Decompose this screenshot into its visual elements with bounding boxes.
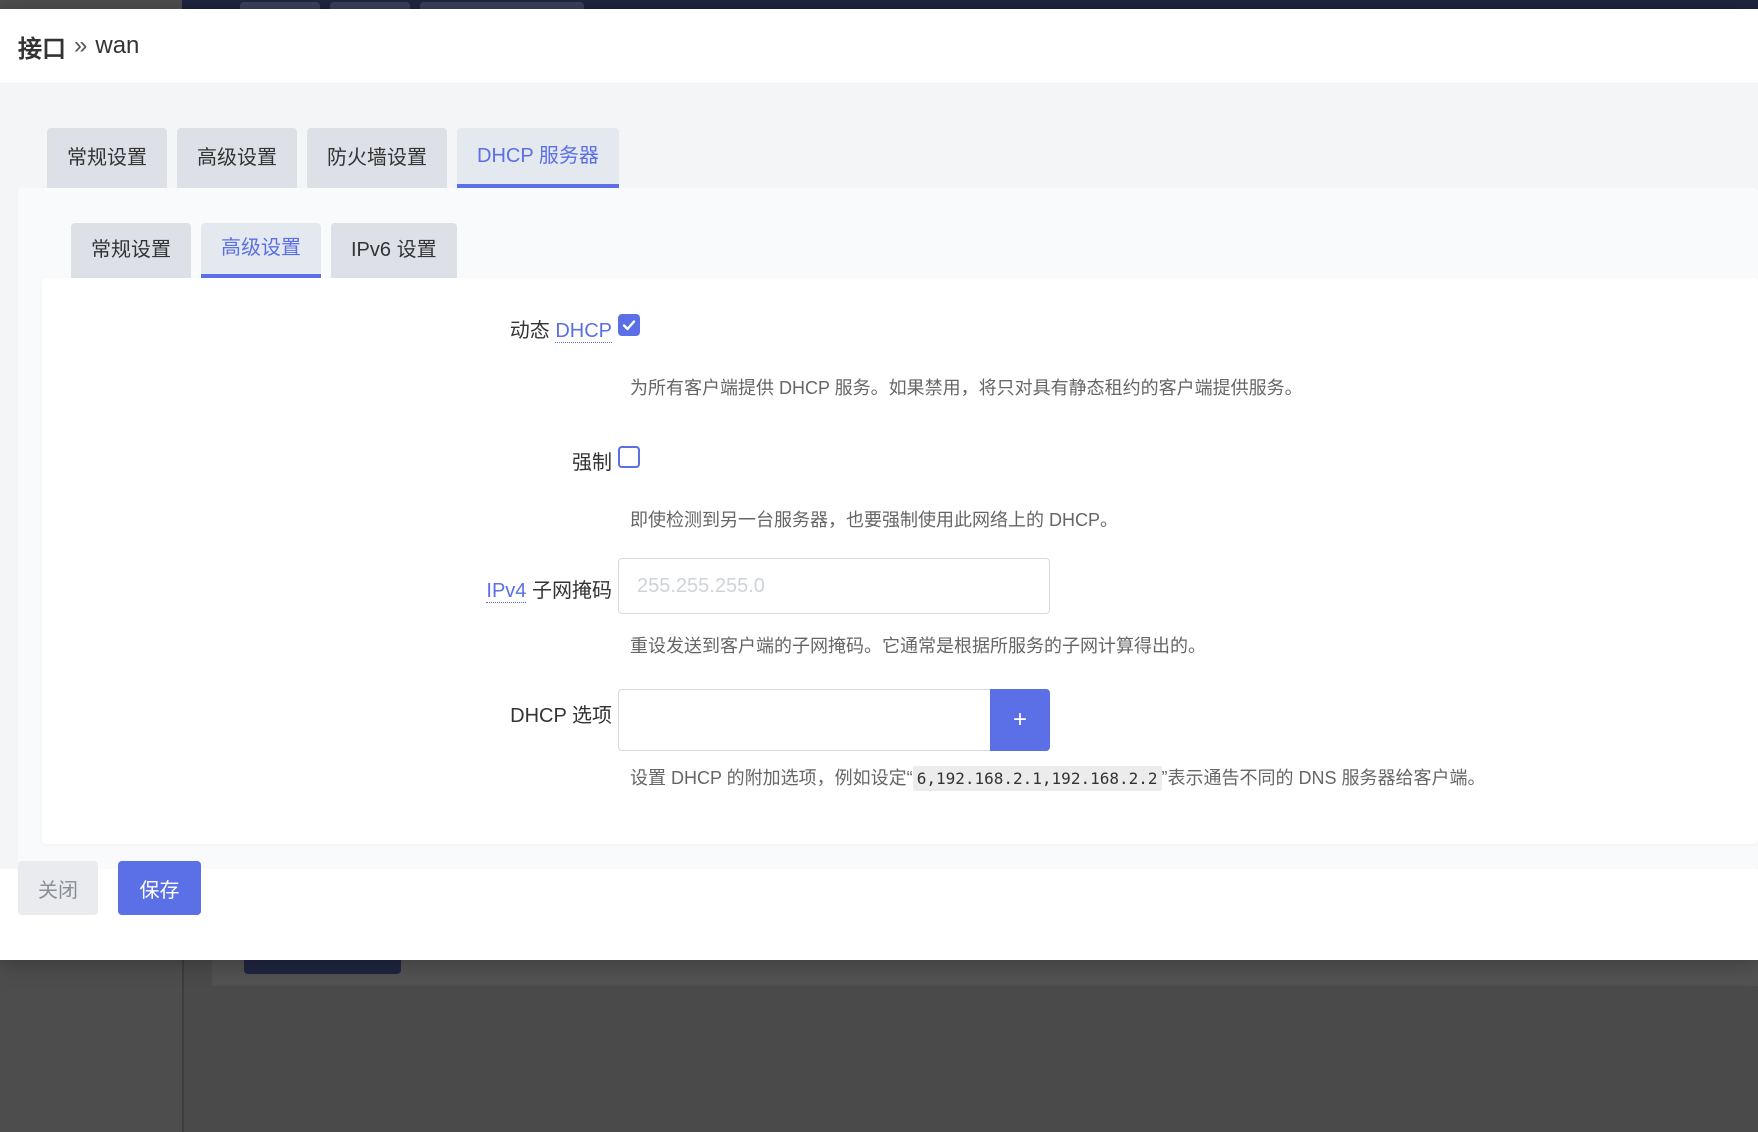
dhcp-options-dynlist: + [618,689,1050,751]
tab-advanced-settings[interactable]: 高级设置 [177,128,297,188]
dhcp-options-input[interactable] [618,689,990,751]
netmask-description: 重设发送到客户端的子网掩码。它通常是根据所服务的子网计算得出的。 [630,636,1206,656]
dhcp-options-field: + [618,689,1050,751]
modal-header: 接口 » wan [0,9,1758,84]
breadcrumb-separator: » [74,32,88,59]
background-tab [420,2,584,9]
dhcp-options-example-code: 6,192.168.2.1,192.168.2.2 [912,766,1162,791]
background-button [244,960,401,974]
dynamic-dhcp-label: 动态 DHCP [510,314,612,343]
interface-config-modal: 接口 » wan 常规设置 高级设置 防火墙设置 DHCP 服务器 常规设置 高… [0,9,1758,960]
breadcrumb-current: wan [95,32,140,59]
dhcp-options-description-text: ”表示通告不同的 DNS 服务器给客户端。 [1161,768,1486,788]
dynamic-dhcp-description: 为所有客户端提供 DHCP 服务。如果禁用，将只对具有静态租约的客户端提供服务。 [630,378,1303,398]
close-button[interactable]: 关闭 [18,861,98,915]
force-label: 强制 [572,452,612,474]
outer-tab-bar: 常规设置 高级设置 防火墙设置 DHCP 服务器 [47,128,629,188]
tab-dhcp-server[interactable]: DHCP 服务器 [457,128,619,188]
tab-general-settings[interactable]: 常规设置 [47,128,167,188]
inner-tab-bar: 常规设置 高级设置 IPv6 设置 [71,223,467,278]
dhcp-abbreviation: DHCP [555,320,612,343]
tab-firewall-settings[interactable]: 防火墙设置 [307,128,447,188]
force-checkbox[interactable] [618,446,640,468]
netmask-label: IPv4 子网掩码 [486,574,612,603]
dynamic-dhcp-label-text: 动态 [509,320,550,342]
background-tab [330,2,410,9]
subtab-ipv6-settings[interactable]: IPv6 设置 [331,223,457,278]
save-button[interactable]: 保存 [118,861,201,915]
subtab-general-settings[interactable]: 常规设置 [71,223,191,278]
background-content [212,960,1758,986]
dynamic-dhcp-field [618,314,640,336]
modal-body: 常规设置 高级设置 防火墙设置 DHCP 服务器 常规设置 高级设置 IPv6 … [0,84,1758,869]
breadcrumb-root: 接口 [18,35,66,63]
dhcp-options-label: DHCP 选项 [510,705,612,727]
plus-icon: + [1012,706,1027,733]
force-field [618,446,640,468]
background-tab [240,2,320,9]
dynamic-dhcp-checkbox[interactable] [618,314,640,336]
dhcp-options-description-text: 设置 DHCP 的附加选项，例如设定“ [630,768,913,788]
force-description: 即使检测到另一台服务器，也要强制使用此网络上的 DHCP。 [630,510,1119,530]
subtab-advanced-settings[interactable]: 高级设置 [201,223,321,278]
ipv4-abbreviation: IPv4 [486,580,527,603]
add-dhcp-option-button[interactable]: + [990,689,1050,751]
background-topbar [182,0,1758,9]
netmask-field [618,558,1050,614]
netmask-input[interactable] [618,558,1050,614]
netmask-label-text: 子网掩码 [532,580,612,602]
checkmark-icon [622,320,636,331]
dhcp-options-description: 设置 DHCP 的附加选项，例如设定“ 6,192.168.2.1,192.168… [630,764,1486,791]
advanced-settings-form: 动态 DHCP 为所有客户端提供 DHCP 服务。如果禁用，将只对具有静态租约的… [42,278,1758,844]
